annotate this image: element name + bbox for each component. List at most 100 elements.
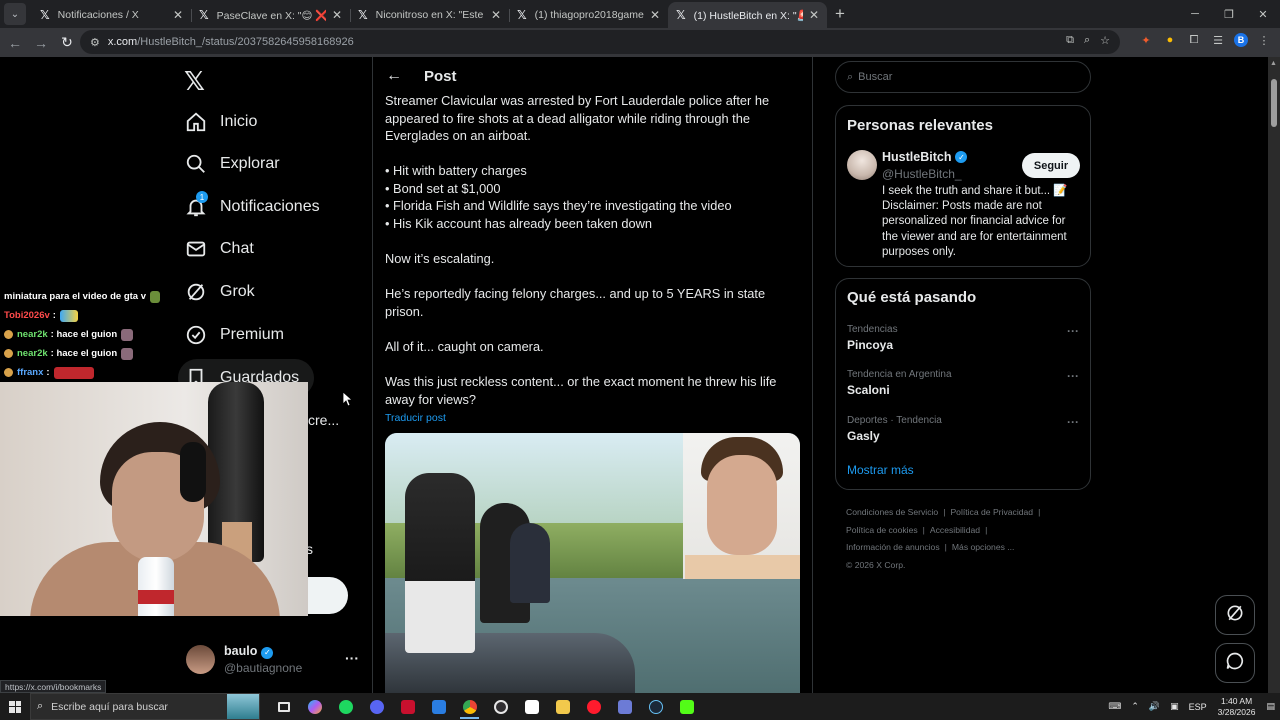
clock[interactable]: 1:40 AM 3/28/2026 [1218, 696, 1256, 718]
app-icon[interactable] [423, 693, 454, 720]
trend-item[interactable]: Deportes · Tendencia Gasly ··· [847, 415, 1083, 443]
messages-floating-button[interactable] [1215, 643, 1255, 683]
language-indicator[interactable]: ESP [1189, 702, 1207, 712]
taskbar-apps [268, 693, 702, 720]
install-app-icon[interactable]: ⧉ [1066, 34, 1074, 47]
chat-badge-icon [4, 368, 13, 377]
network-icon[interactable]: ▣ [1170, 701, 1179, 712]
back-arrow-icon[interactable]: ← [2, 30, 28, 56]
avatar[interactable] [847, 150, 877, 180]
kick-icon[interactable] [671, 693, 702, 720]
footer-link[interactable]: Información de anuncios [846, 542, 940, 552]
capcut-icon[interactable] [516, 693, 547, 720]
extensions-puzzle-icon[interactable]: ⧠ [1186, 32, 1202, 48]
volume-icon[interactable]: 🔊 [1149, 701, 1160, 712]
scroll-up-icon[interactable]: ▲ [1270, 60, 1277, 67]
trend-item[interactable]: Tendencias Pincoya ··· [847, 324, 1083, 352]
translate-post-link[interactable]: Traducir post [385, 412, 446, 424]
webcam-headset [180, 442, 206, 502]
tab-close-icon[interactable]: ✕ [809, 8, 819, 22]
steam-icon[interactable] [640, 693, 671, 720]
nav-item-home[interactable]: Inicio [185, 102, 257, 142]
opera-icon[interactable] [578, 693, 609, 720]
nav-item-partial-label[interactable]: cre... [308, 412, 339, 428]
column-divider [372, 57, 373, 693]
copilot-icon[interactable] [299, 693, 330, 720]
nav-item-grok[interactable]: Grok [185, 272, 255, 312]
bookmark-star-icon[interactable]: ☆ [1100, 34, 1110, 47]
relevant-person-name[interactable]: HustleBitch ✓ [882, 150, 968, 164]
tab-close-icon[interactable]: ✕ [491, 8, 501, 22]
tab-title: (1) thiagopro2018gameryt en X: [534, 9, 644, 21]
tab-title: Notificaciones / X [57, 9, 139, 21]
tab-search-menu-icon[interactable]: ⌄ [4, 3, 26, 25]
trend-category: Tendencias [847, 324, 898, 335]
back-arrow-icon[interactable]: ← [386, 67, 402, 85]
site-info-icon[interactable]: ⚙ [90, 36, 100, 49]
task-view-icon[interactable] [268, 693, 299, 720]
scrollbar-thumb[interactable] [1271, 79, 1277, 127]
profile-avatar[interactable]: B [1234, 33, 1248, 47]
relevant-person-handle[interactable]: @HustleBitch_ [882, 167, 962, 181]
extension-color-icon[interactable]: ● [1162, 32, 1178, 48]
extension-icon[interactable]: ✦ [1138, 32, 1154, 48]
x-logo-icon[interactable]: 𝕏 [184, 66, 205, 97]
window-close-icon[interactable]: ✕ [1246, 0, 1280, 28]
relevant-person-bio: I seek the truth and share it but... 📝 D… [882, 185, 1068, 258]
tab-close-icon[interactable]: ✕ [650, 8, 660, 22]
tray-chevron-icon[interactable]: ⌃ [1131, 701, 1139, 712]
restore-icon[interactable]: ❐ [1212, 0, 1246, 28]
nav-item-chat[interactable]: Chat [185, 229, 254, 269]
follow-button[interactable]: Seguir [1022, 153, 1080, 178]
tab-close-icon[interactable]: ✕ [173, 8, 183, 22]
nav-item-premium[interactable]: Premium [185, 315, 284, 355]
page-scrollbar[interactable]: ▲ [1268, 57, 1280, 693]
footer-link[interactable]: Más opciones ... [952, 542, 1015, 552]
reading-list-icon[interactable]: ☰ [1210, 32, 1226, 48]
footer-link[interactable]: Política de cookies [846, 525, 918, 535]
browser-tab[interactable]: 𝕏 (1) thiagopro2018gameryt en X: ✕ [509, 2, 668, 28]
notification-center-icon[interactable]: ▤ [1266, 701, 1275, 712]
start-button[interactable] [0, 693, 30, 720]
grok-floating-button[interactable] [1215, 595, 1255, 635]
footer-link[interactable]: Política de Privacidad [950, 507, 1033, 517]
address-bar[interactable]: ⚙ x.com/HustleBitch_/status/203758264595… [80, 30, 1120, 54]
browser-tab[interactable]: 𝕏 Niconitroso en X: "Este tipo le d ✕ [350, 2, 509, 28]
browser-tab[interactable]: 𝕏 Notificaciones / X ✕ [32, 2, 191, 28]
forward-arrow-icon[interactable]: → [28, 30, 54, 56]
chat-message: miniatura para el video de gta v [0, 287, 180, 306]
discord-icon[interactable] [361, 693, 392, 720]
more-options-icon[interactable]: ··· [1067, 324, 1079, 338]
nav-label: Inicio [220, 113, 258, 130]
chrome-icon[interactable] [454, 693, 485, 720]
tab-close-icon[interactable]: ✕ [332, 8, 342, 22]
show-more-link[interactable]: Mostrar más [847, 463, 914, 477]
app-icon[interactable] [609, 693, 640, 720]
fortnite-icon[interactable] [392, 693, 423, 720]
spotify-icon[interactable] [330, 693, 361, 720]
browser-tab[interactable]: 𝕏 PaseClave en X: "😊 ❌ Le intent ✕ [191, 2, 350, 28]
nav-item-notifications[interactable]: 1 Notificaciones [185, 187, 320, 227]
file-explorer-icon[interactable] [547, 693, 578, 720]
reload-icon[interactable]: ↻ [54, 30, 80, 56]
browser-tab-active[interactable]: 𝕏 (1) HustleBitch en X: "🚨 STREAM ✕ [668, 2, 827, 28]
footer-link[interactable]: Condiciones de Servicio [846, 507, 938, 517]
more-options-icon[interactable]: ··· [1067, 369, 1079, 383]
zoom-icon[interactable]: ⌕ [1084, 34, 1090, 47]
taskbar-search-input[interactable]: ⌕ Escribe aquí para buscar [30, 693, 260, 720]
browser-toolbar: ← → ↻ ⚙ x.com/HustleBitch_/status/203758… [0, 28, 1280, 57]
more-options-icon[interactable]: ··· [1067, 415, 1079, 429]
obs-icon[interactable] [485, 693, 516, 720]
footer-link[interactable]: Accesibilidad [930, 525, 980, 535]
more-options-icon[interactable]: ··· [345, 650, 359, 666]
browser-menu-icon[interactable]: ⋮ [1256, 32, 1272, 48]
search-input[interactable]: ⌕ Buscar [835, 61, 1091, 93]
nav-item-explore[interactable]: Explorar [185, 144, 280, 184]
trend-item[interactable]: Tendencia en Argentina Scaloni ··· [847, 369, 1083, 397]
account-switcher[interactable]: baulo ✓ @bautiagnone [186, 644, 302, 675]
chat-message: near2k: hace el guion [0, 325, 180, 344]
keyboard-icon[interactable]: ⌨ [1108, 701, 1121, 712]
new-tab-icon[interactable]: + [835, 4, 845, 24]
post-media-image[interactable] [385, 433, 800, 693]
minimize-icon[interactable]: ─ [1178, 0, 1212, 28]
